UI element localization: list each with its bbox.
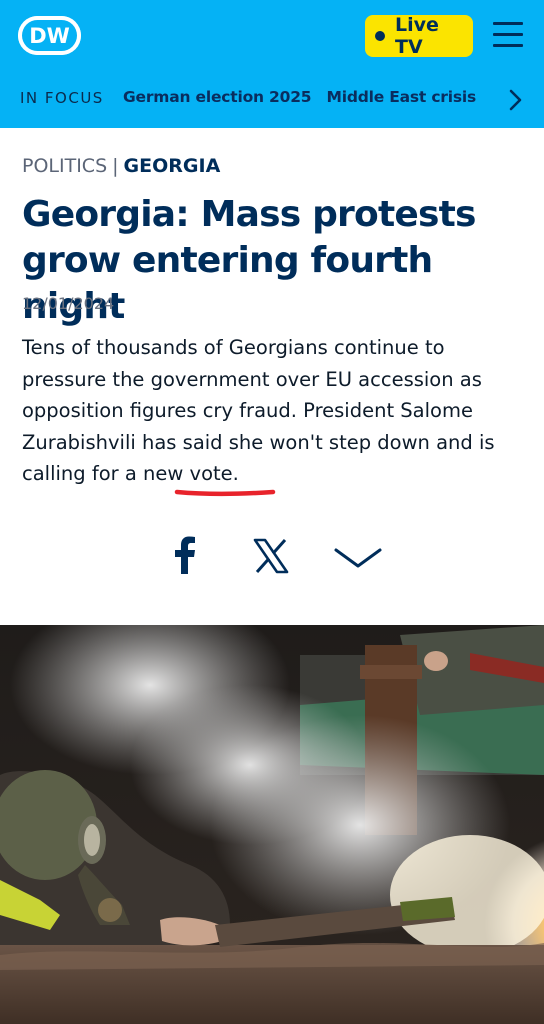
x-icon[interactable] bbox=[253, 538, 289, 574]
dw-logo[interactable]: DW bbox=[18, 16, 81, 55]
dw-logo-text: DW bbox=[29, 24, 70, 48]
article-date: 12/01/2024 bbox=[22, 294, 115, 313]
topic-strip: German election 2025 Middle East crisis … bbox=[123, 84, 491, 112]
chevron-down-icon[interactable] bbox=[333, 545, 383, 571]
live-tv-label: Live TV bbox=[394, 14, 439, 58]
kicker-separator: | bbox=[112, 155, 119, 177]
section-label[interactable]: POLITICS bbox=[22, 155, 107, 177]
dw-logo-icon: DW bbox=[18, 16, 81, 55]
red-underline-annotation bbox=[174, 489, 276, 497]
teaser-end: . bbox=[232, 462, 239, 485]
live-dot-icon bbox=[375, 31, 385, 41]
in-focus-label: IN FOCUS bbox=[20, 89, 104, 107]
protest-photo bbox=[0, 625, 544, 1024]
topic-link-german-election[interactable]: German election 2025 bbox=[123, 84, 312, 110]
in-focus-bar: IN FOCUS German election 2025 Middle Eas… bbox=[0, 84, 544, 112]
live-tv-button[interactable]: Live TV bbox=[365, 14, 473, 58]
hero-image bbox=[0, 625, 544, 1024]
hamburger-menu-icon[interactable] bbox=[493, 22, 523, 48]
article-teaser: Tens of thousands of Georgians continue … bbox=[22, 332, 532, 490]
region-label[interactable]: GEORGIA bbox=[124, 155, 221, 177]
chevron-right-icon[interactable] bbox=[508, 89, 522, 111]
site-header: DW Live TV IN FOCUS German election 2025… bbox=[0, 0, 544, 128]
facebook-icon[interactable] bbox=[174, 536, 196, 574]
teaser-text: Tens of thousands of Georgians continue … bbox=[22, 336, 495, 485]
teaser-link-new-vote: new vote bbox=[143, 462, 233, 485]
article-kicker: POLITICS | GEORGIA bbox=[22, 155, 220, 177]
topic-link-middle-east[interactable]: Middle East crisis bbox=[326, 84, 476, 110]
